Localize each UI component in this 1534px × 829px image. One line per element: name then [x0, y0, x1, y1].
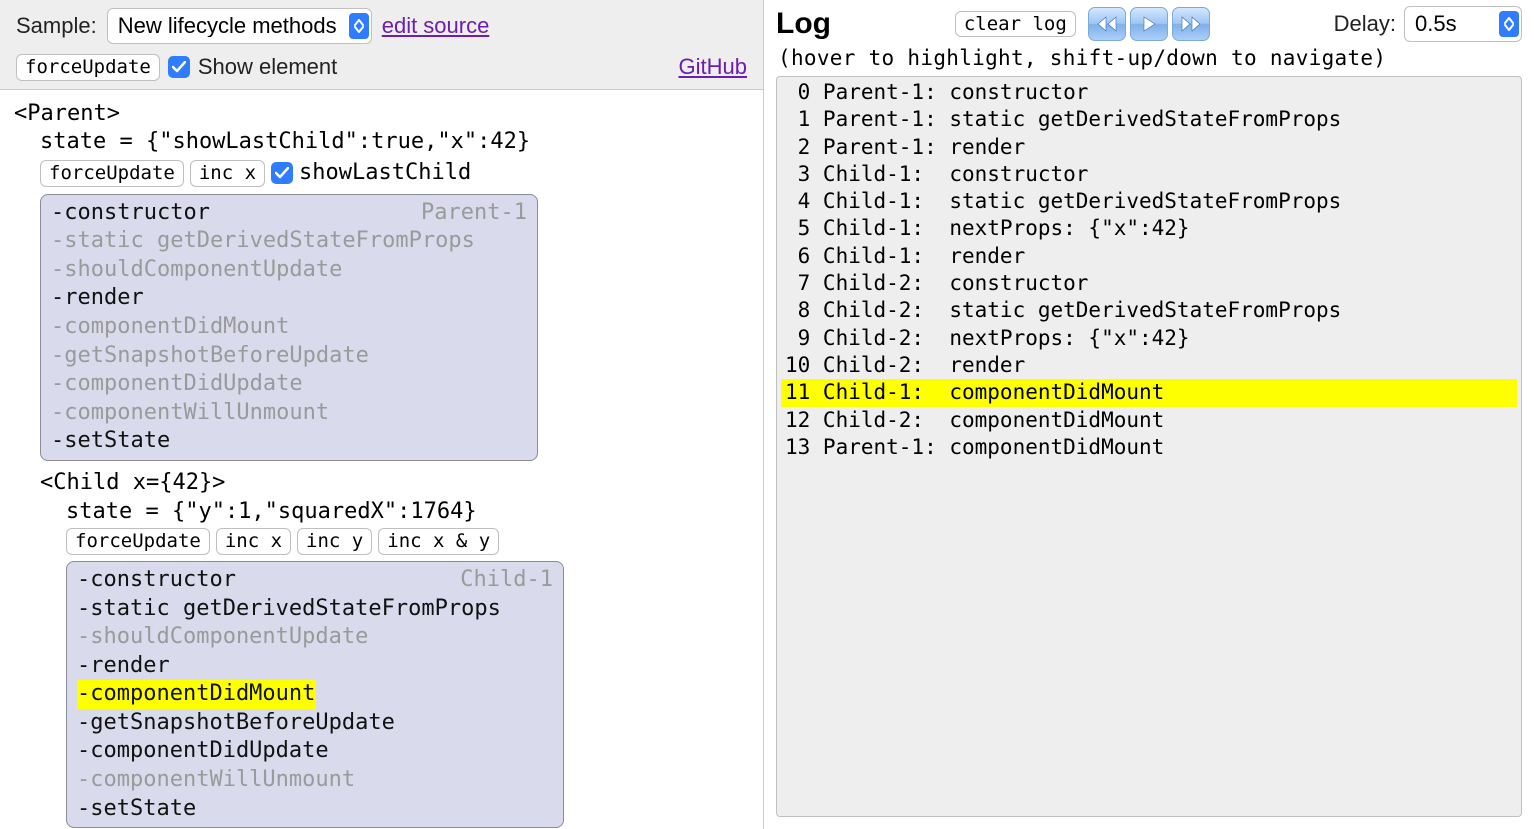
lifecycle-method[interactable]: -componentDidMount [51, 313, 527, 342]
log-line[interactable]: 0 Parent-1: constructor [781, 79, 1517, 106]
lifecycle-method[interactable]: -render [51, 284, 527, 313]
right-pane: Log clear log Delay: 0.5s [764, 0, 1534, 829]
rewind-button[interactable] [1088, 7, 1126, 41]
lifecycle-method[interactable]: -render [77, 652, 553, 681]
fast-forward-icon [1180, 16, 1202, 32]
log-line[interactable]: 13 Parent-1: componentDidMount [781, 434, 1517, 461]
log-line[interactable]: 6 Child-1: render [781, 243, 1517, 270]
lifecycle-method[interactable]: -getSnapshotBeforeUpdate [51, 342, 527, 371]
log-line[interactable]: 11 Child-1: componentDidMount [781, 379, 1517, 406]
lifecycle-method[interactable]: -componentDidUpdate [51, 370, 527, 399]
child-force-update-button[interactable]: forceUpdate [66, 528, 210, 555]
show-element-checkbox[interactable] [168, 56, 190, 78]
edit-source-link[interactable]: edit source [382, 13, 490, 39]
log-line[interactable]: 10 Child-2: render [781, 352, 1517, 379]
log-line[interactable]: 5 Child-1: nextProps: {"x":42} [781, 215, 1517, 242]
log-line[interactable]: 2 Parent-1: render [781, 134, 1517, 161]
child-inc-y-button[interactable]: inc y [297, 528, 372, 555]
log-body[interactable]: 0 Parent-1: constructor 1 Parent-1: stat… [776, 76, 1522, 817]
log-line[interactable]: 9 Child-2: nextProps: {"x":42} [781, 325, 1517, 352]
lifecycle-method[interactable]: -static getDerivedStateFromProps [77, 595, 553, 624]
sample-select[interactable]: New lifecycle methods [107, 8, 372, 44]
child-inc-xy-button[interactable]: inc x & y [378, 528, 499, 555]
lifecycle-method[interactable]: -componentWillUnmount [51, 399, 527, 428]
fast-forward-button[interactable] [1172, 7, 1210, 41]
top-bar: Sample: New lifecycle methods edit sourc… [0, 0, 763, 90]
component-tree: <Parent> state = {"showLastChild":true,"… [0, 90, 763, 829]
lifecycle-method[interactable]: -setState [51, 427, 527, 456]
child-lifecycle-box: Child-1 -constructor-static getDerivedSt… [66, 561, 564, 828]
log-hint: (hover to highlight, shift-up/down to na… [778, 46, 1522, 70]
lifecycle-method[interactable]: -shouldComponentUpdate [51, 256, 527, 285]
lifecycle-method[interactable]: -static getDerivedStateFromProps [51, 227, 527, 256]
lifecycle-method[interactable]: -shouldComponentUpdate [77, 623, 553, 652]
show-last-child-checkbox[interactable] [271, 162, 293, 184]
lifecycle-method[interactable]: -setState [77, 795, 553, 824]
child-tag: <Child x={42}> [40, 469, 749, 498]
log-line[interactable]: 8 Child-2: static getDerivedStateFromPro… [781, 297, 1517, 324]
force-update-button[interactable]: forceUpdate [16, 54, 160, 81]
lifecycle-method[interactable]: -componentWillUnmount [77, 766, 553, 795]
delay-label: Delay: [1334, 11, 1396, 37]
lifecycle-method[interactable]: -getSnapshotBeforeUpdate [77, 709, 553, 738]
log-line[interactable]: 12 Child-2: componentDidMount [781, 407, 1517, 434]
parent-lifecycle-box: Parent-1 -constructor-static getDerivedS… [40, 194, 538, 461]
log-title: Log [776, 7, 831, 41]
left-pane: Sample: New lifecycle methods edit sourc… [0, 0, 764, 829]
delay-select-wrap: 0.5s [1404, 6, 1522, 42]
parent-tag: <Parent> [14, 100, 749, 129]
child-state: state = {"y":1,"squaredX":1764} [66, 498, 749, 527]
sample-label: Sample: [16, 13, 97, 39]
child-inc-x-button[interactable]: inc x [216, 528, 291, 555]
show-last-child-label: showLastChild [299, 159, 471, 188]
log-line[interactable]: 4 Child-1: static getDerivedStateFromPro… [781, 188, 1517, 215]
github-link[interactable]: GitHub [679, 54, 747, 80]
rewind-icon [1096, 16, 1118, 32]
show-element-label: Show element [198, 54, 337, 80]
log-line[interactable]: 7 Child-2: constructor [781, 270, 1517, 297]
child-box-label: Child-1 [460, 566, 553, 595]
parent-state: state = {"showLastChild":true,"x":42} [40, 128, 749, 157]
log-line[interactable]: 3 Child-1: constructor [781, 161, 1517, 188]
lifecycle-method[interactable]: -componentDidMount [77, 680, 553, 709]
parent-force-update-button[interactable]: forceUpdate [40, 160, 184, 187]
play-button[interactable] [1130, 7, 1168, 41]
sample-select-wrap: New lifecycle methods [107, 8, 372, 44]
lifecycle-method[interactable]: -componentDidUpdate [77, 737, 553, 766]
delay-select[interactable]: 0.5s [1404, 6, 1522, 42]
clear-log-button[interactable]: clear log [955, 11, 1076, 38]
play-icon [1141, 16, 1157, 32]
parent-inc-x-button[interactable]: inc x [190, 160, 265, 187]
parent-box-label: Parent-1 [421, 199, 527, 228]
log-line[interactable]: 1 Parent-1: static getDerivedStateFromPr… [781, 106, 1517, 133]
